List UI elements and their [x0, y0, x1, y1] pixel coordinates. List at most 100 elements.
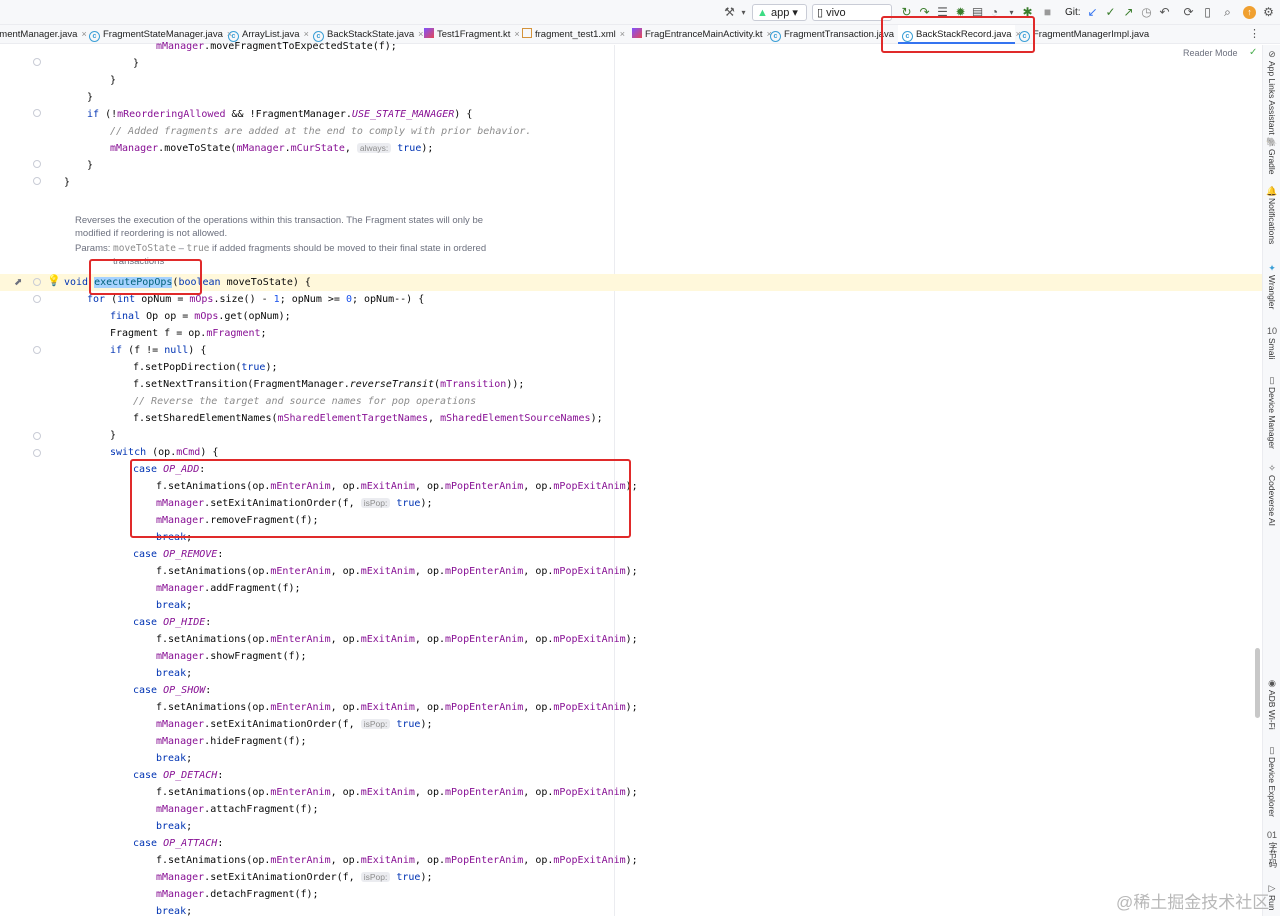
code-line: break; — [156, 668, 193, 679]
wifi-icon: ◉ — [1268, 678, 1276, 688]
device-mirror-icon[interactable]: ▯ — [1200, 5, 1215, 20]
code-line: if (!mReorderingAllowed && !FragmentMana… — [87, 109, 473, 120]
close-icon[interactable]: × — [514, 29, 519, 39]
undo-icon[interactable]: ↶ — [1157, 5, 1172, 20]
code-line: break; — [156, 821, 193, 832]
params-label: Params: — [75, 243, 111, 254]
case-op-detach: case OP_DETACH: — [133, 770, 224, 781]
case-op-hide: case OP_HIDE: — [133, 617, 212, 628]
tab-label: gmentManager.java — [0, 29, 78, 40]
tool-gradle[interactable]: 🐘 Gradle — [1263, 137, 1280, 187]
code-comment: // Reverse the target and source names f… — [133, 396, 477, 407]
code-line: f.setAnimations(op.mEnterAnim, op.mExitA… — [156, 855, 638, 866]
search-icon[interactable]: ⌕ — [1220, 5, 1235, 20]
tab-label: FragEntranceMainActivity.kt — [645, 29, 763, 40]
fold-marker[interactable] — [33, 346, 41, 354]
tool-bytecode[interactable]: 01 字节码 — [1263, 830, 1280, 875]
tool-notifications[interactable]: 🔔 Notifications — [1263, 186, 1280, 266]
chevron-down-icon[interactable]: ▾ — [736, 5, 751, 20]
java-class-icon: c — [89, 31, 100, 42]
tool-wrangler[interactable]: ✦ Wrangler — [1263, 263, 1280, 323]
code-line: mManager.hideFragment(f); — [156, 736, 307, 747]
tab-label: FragmentManagerImpl.java — [1033, 29, 1150, 40]
code-line: Fragment f = op.mFragment; — [110, 328, 267, 339]
code-line: f.setPopDirection(true); — [133, 362, 278, 373]
close-icon[interactable]: × — [620, 29, 625, 39]
implementation-marker-icon[interactable]: ⬈ — [14, 277, 22, 288]
code-line: } — [110, 430, 117, 441]
code-line: mManager.showFragment(f); — [156, 651, 307, 662]
fold-marker[interactable] — [33, 109, 41, 117]
fold-marker[interactable] — [33, 295, 41, 303]
binary-icon: 10 — [1266, 326, 1277, 336]
git-push-icon[interactable]: ↗ — [1121, 5, 1136, 20]
bell-icon: 🔔 — [1266, 186, 1278, 196]
watermark: @稀土掘金技术社区 — [1116, 893, 1270, 912]
param-true: true — [186, 243, 210, 254]
gradle-icon: 🐘 — [1266, 137, 1278, 147]
close-icon[interactable]: × — [81, 29, 86, 39]
right-tool-strip: ⊘ App Links Assistant 🐘 Gradle 🔔 Notificati… — [1262, 45, 1280, 916]
history-icon[interactable]: ◷ — [1139, 5, 1154, 20]
tab-fragment-test1-xml[interactable]: fragment_test1.xml × — [522, 25, 625, 44]
update-icon[interactable]: ↑ — [1243, 6, 1256, 19]
code-line: f.setAnimations(op.mEnterAnim, op.mExitA… — [156, 787, 638, 798]
java-class-icon: c — [770, 31, 781, 42]
code-line: } — [110, 75, 117, 86]
tab-label: fragment_test1.xml — [535, 29, 616, 40]
tool-device-manager[interactable]: ▯ Device Manager — [1263, 375, 1280, 455]
javadoc-line: Reverses the execution of the operations… — [75, 215, 484, 226]
device-explorer-icon: ▯ — [1269, 745, 1275, 755]
fold-marker[interactable] — [33, 449, 41, 457]
device-select[interactable]: ▯ vivo V1981A ▾ — [812, 4, 892, 36]
tool-codeverse-ai[interactable]: ✧ Codeverse AI — [1263, 463, 1280, 533]
code-line: mManager.attachFragment(f); — [156, 804, 319, 815]
javadoc-line: modified if reordering is not allowed. — [75, 227, 228, 239]
settings-icon[interactable]: ⚙ — [1261, 5, 1276, 20]
code-line: mManager.moveToState(mManager.mCurState,… — [110, 143, 434, 154]
code-line: mManager.setExitAnimationOrder(f, isPop:… — [156, 872, 433, 883]
annotation-box-op-add — [130, 459, 631, 538]
code-line: } — [87, 160, 94, 171]
param-hint: isPop: — [360, 719, 391, 729]
vertical-scrollbar-thumb[interactable] — [1255, 648, 1260, 718]
binary-icon: 01 — [1266, 830, 1277, 840]
hammer-icon[interactable]: ⚒ — [722, 5, 737, 20]
fold-marker[interactable] — [33, 58, 41, 66]
close-icon[interactable]: × — [418, 29, 423, 39]
case-op-remove: case OP_REMOVE: — [133, 549, 224, 560]
fold-marker[interactable] — [33, 432, 41, 440]
kotlin-file-icon — [424, 28, 434, 38]
phone-icon: ▯ — [1269, 375, 1275, 385]
run-config-select[interactable]: ▲ app ▾ — [752, 4, 807, 21]
xml-file-icon — [522, 28, 532, 38]
param-name: moveToState — [113, 243, 176, 254]
tool-device-explorer[interactable]: ▯ Device Explorer — [1263, 745, 1280, 825]
tab-label: FragmentTransaction.java — [784, 29, 895, 40]
lightbulb-icon[interactable]: 💡 — [47, 274, 61, 287]
more-tabs-icon[interactable]: ⋮ — [1249, 27, 1260, 40]
fold-marker[interactable] — [33, 177, 41, 185]
code-line: break; — [156, 753, 193, 764]
tool-adb-wifi[interactable]: ◉ ADB Wi-Fi — [1263, 678, 1280, 738]
stop-icon[interactable]: ■ — [1040, 5, 1055, 20]
tab-frag-entrance-main-activity[interactable]: FragEntranceMainActivity.kt × — [632, 25, 772, 44]
ai-icon: ✧ — [1268, 463, 1276, 473]
case-op-show: case OP_SHOW: — [133, 685, 212, 696]
fold-marker[interactable] — [33, 160, 41, 168]
code-line: mManager.moveFragmentToExpectedState(f); — [156, 41, 397, 52]
code-comment: // Added fragments are added at the end … — [110, 126, 532, 137]
phone-icon: ▯ — [817, 7, 827, 19]
git-update-icon[interactable]: ↙ — [1085, 5, 1100, 20]
fold-marker[interactable] — [33, 278, 41, 286]
tab-fragment-manager-impl[interactable]: c FragmentManagerImpl.java — [1019, 25, 1149, 44]
git-commit-icon[interactable]: ✓ — [1103, 5, 1118, 20]
tab-test1-fragment[interactable]: Test1Fragment.kt × — [424, 25, 520, 44]
sync-icon[interactable]: ⟳ — [1181, 5, 1196, 20]
tab-fragment-manager[interactable]: gmentManager.java × — [0, 25, 87, 44]
inspection-ok-icon[interactable]: ✓ — [1249, 47, 1257, 58]
editor-gutter — [0, 45, 62, 916]
tool-smali[interactable]: 10 Smali — [1263, 326, 1280, 371]
annotation-box-active-tab — [881, 16, 1035, 53]
reader-mode-button[interactable]: Reader Mode — [1183, 48, 1238, 58]
